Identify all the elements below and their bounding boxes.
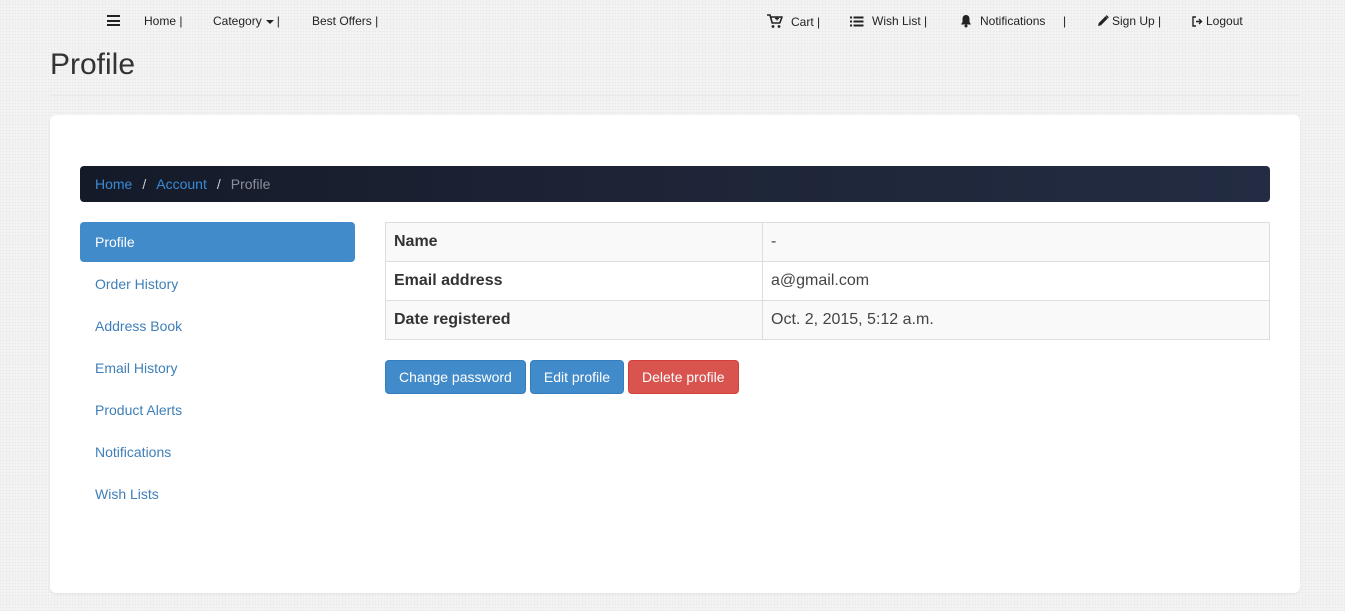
breadcrumb-account-link[interactable]: Account	[156, 176, 207, 192]
breadcrumb-divider: /	[216, 176, 221, 192]
content-panel: Home / Account / Profile Profile Order H…	[50, 115, 1300, 593]
sidebar-item-product-alerts[interactable]: Product Alerts	[80, 390, 355, 430]
nav-notifications-label: Notifications	[980, 14, 1046, 28]
nav-category-dropdown[interactable]: Category |	[213, 14, 280, 28]
list-icon	[850, 16, 864, 26]
table-row: Date registered Oct. 2, 2015, 5:12 a.m.	[385, 300, 1270, 340]
nav-separator: |	[276, 14, 280, 28]
nav-wishlist-link[interactable]: Wish List |	[850, 14, 927, 28]
nav-logout-label: Logout	[1206, 14, 1243, 28]
nav-category-label: Category	[213, 14, 262, 28]
row-label: Date registered	[385, 300, 763, 340]
table-row: Name -	[385, 222, 1270, 262]
sidebar-item-profile[interactable]: Profile	[80, 222, 355, 262]
nav-logout-link[interactable]: Logout	[1192, 14, 1243, 28]
account-sidebar: Profile Order History Address Book Email…	[80, 222, 355, 516]
profile-actions: Change password Edit profile Delete prof…	[385, 360, 739, 394]
nav-best-offers-label: Best Offers |	[312, 14, 379, 28]
row-value: -	[762, 222, 1270, 262]
breadcrumb-home-link[interactable]: Home	[95, 176, 132, 192]
table-row: Email address a@gmail.com	[385, 261, 1270, 301]
breadcrumb: Home / Account / Profile	[80, 166, 1270, 202]
sidebar-item-address-book[interactable]: Address Book	[80, 306, 355, 346]
top-navbar: Home | Category | Best Offers | Cart | W…	[0, 0, 1345, 42]
logout-icon	[1192, 15, 1203, 27]
sidebar-item-notifications[interactable]: Notifications	[80, 432, 355, 472]
nav-signup-label: Sign Up |	[1112, 14, 1162, 28]
row-label: Email address	[385, 261, 763, 301]
row-value: a@gmail.com	[762, 261, 1270, 301]
sidebar-item-order-history[interactable]: Order History	[80, 264, 355, 304]
change-password-button[interactable]: Change password	[385, 360, 526, 394]
delete-profile-button[interactable]: Delete profile	[628, 360, 739, 394]
breadcrumb-current: Profile	[230, 176, 271, 192]
cart-icon	[767, 14, 783, 28]
breadcrumb-divider: /	[142, 176, 147, 192]
nav-separator: |	[1063, 14, 1067, 28]
nav-cart-label: Cart |	[791, 14, 821, 29]
caret-down-icon	[265, 20, 274, 24]
edit-profile-button[interactable]: Edit profile	[529, 360, 625, 394]
row-value: Oct. 2, 2015, 5:12 a.m.	[762, 300, 1270, 340]
sidebar-item-email-history[interactable]: Email History	[80, 348, 355, 388]
pencil-icon	[1098, 15, 1109, 26]
nav-best-offers-link[interactable]: Best Offers |	[312, 14, 378, 28]
nav-cart-link[interactable]: Cart |	[767, 14, 820, 29]
title-divider	[50, 95, 1300, 96]
row-label: Name	[385, 222, 763, 262]
menu-icon[interactable]	[107, 15, 120, 26]
sidebar-item-wish-lists[interactable]: Wish Lists	[80, 474, 355, 514]
nav-signup-link[interactable]: Sign Up |	[1097, 14, 1161, 28]
nav-wishlist-label: Wish List |	[872, 14, 928, 28]
nav-home-label: Home |	[144, 14, 183, 28]
page-title: Profile	[50, 48, 136, 81]
profile-details-table: Name - Email address a@gmail.com Date re…	[385, 222, 1270, 340]
nav-home-link[interactable]: Home |	[144, 14, 182, 28]
bell-icon	[961, 15, 971, 28]
nav-notifications-link[interactable]: Notifications	[960, 14, 1045, 28]
